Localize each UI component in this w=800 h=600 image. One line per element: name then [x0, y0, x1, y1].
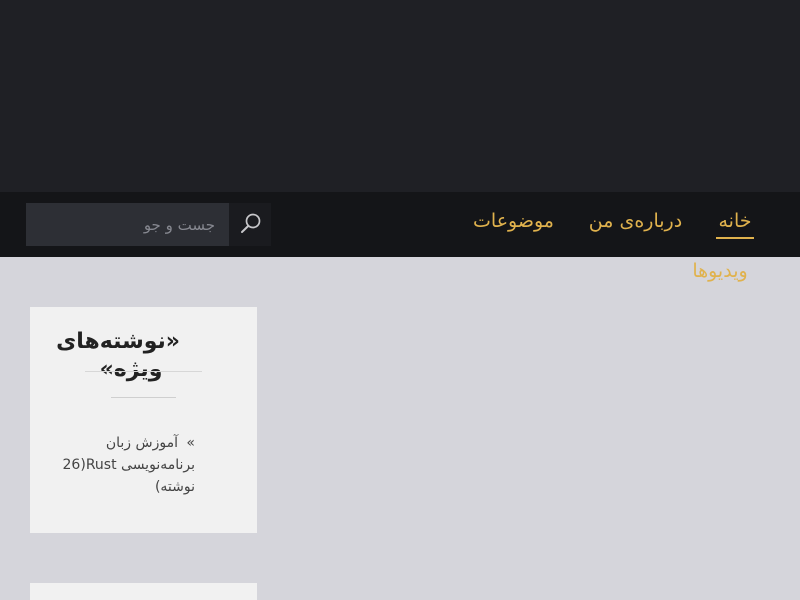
- search-input[interactable]: [26, 203, 229, 246]
- nav-item-about[interactable]: درباره‌ی من: [586, 209, 685, 233]
- widget-title-divider: [85, 371, 202, 372]
- search-button[interactable]: [229, 203, 271, 246]
- nav-item-videos[interactable]: ویدیوها: [685, 259, 755, 283]
- next-sidebar-widget: [30, 583, 257, 600]
- search-icon: [241, 213, 261, 233]
- search-form: [26, 203, 271, 246]
- double-chevron-icon: »: [186, 435, 195, 451]
- featured-posts-title: «نوشته‌های ویژه»: [56, 329, 180, 382]
- site-header: [0, 0, 800, 192]
- featured-posts-list: » آموزش زبان برنامه‌نویسی Rust(26 نوشته): [60, 432, 195, 498]
- featured-post-link[interactable]: آموزش زبان برنامه‌نویسی Rust: [86, 435, 195, 473]
- nav-item-topics[interactable]: موضوعات: [469, 209, 558, 233]
- nav-item-home[interactable]: خانه: [716, 209, 754, 239]
- widget-title-underline: [111, 397, 176, 398]
